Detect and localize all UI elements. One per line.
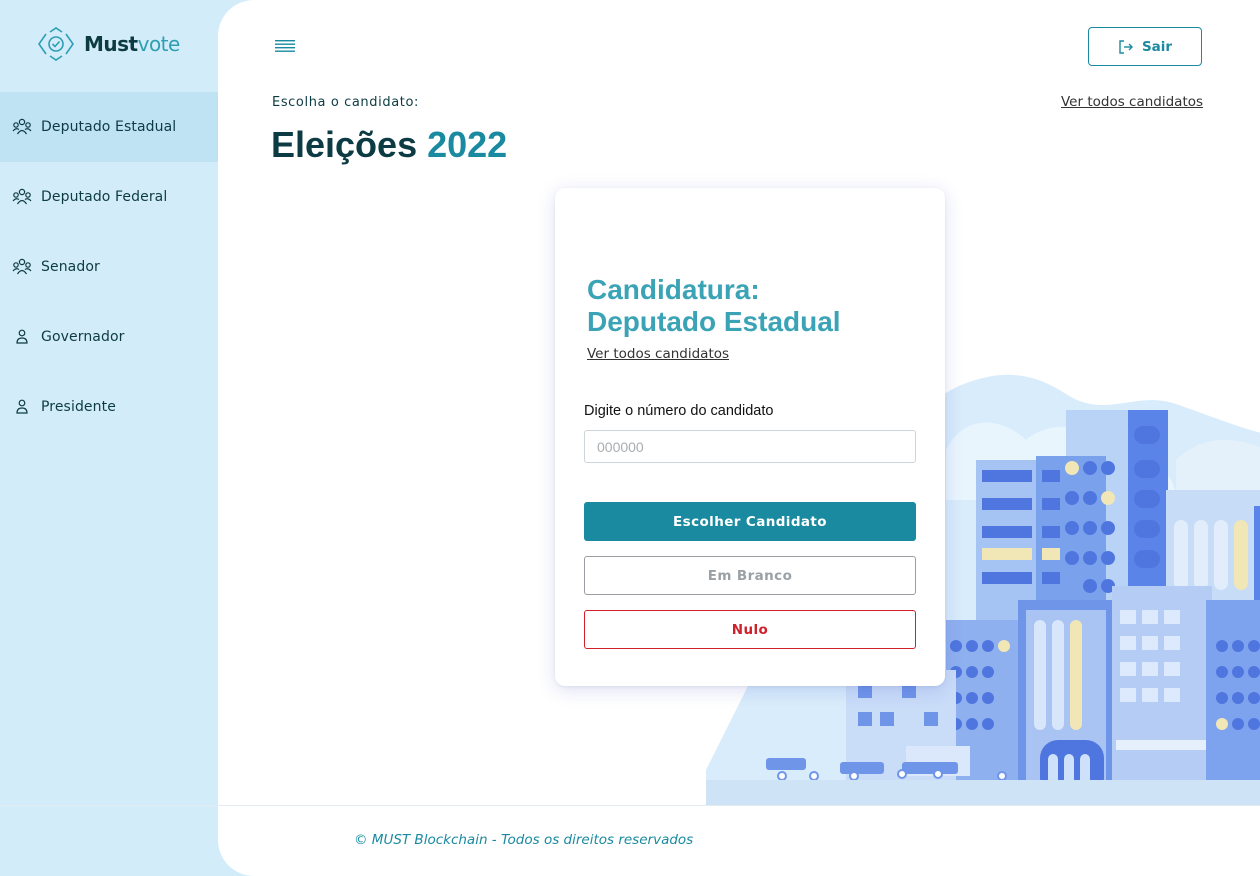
sidebar-item-label: Presidente bbox=[41, 399, 116, 415]
candidate-number-input[interactable] bbox=[584, 430, 916, 463]
see-all-candidates-link[interactable]: Ver todos candidatos bbox=[1061, 94, 1203, 110]
sidebar-item-deputado-estadual[interactable]: Deputado Estadual bbox=[0, 92, 218, 162]
logout-label: Sair bbox=[1141, 38, 1173, 55]
choose-candidate-button[interactable]: Escolher Candidato bbox=[584, 502, 916, 541]
sidebar-item-senador[interactable]: Senador bbox=[0, 232, 218, 302]
group-icon bbox=[12, 188, 32, 205]
page-title-main: Eleições bbox=[271, 124, 418, 165]
group-icon bbox=[12, 118, 32, 135]
sidebar-item-label: Governador bbox=[41, 329, 125, 345]
candidate-number-label: Digite o número do candidato bbox=[584, 403, 774, 419]
hamburger-icon[interactable] bbox=[274, 38, 296, 54]
card-title-line1: Candidatura: bbox=[587, 274, 760, 305]
sidebar-item-deputado-federal[interactable]: Deputado Federal bbox=[0, 162, 218, 232]
sidebar: Mustvote Deputado Estadual Deputado Fede… bbox=[0, 0, 218, 876]
vote-card: Candidatura: Deputado Estadual Ver todos… bbox=[555, 188, 945, 686]
sidebar-item-label: Deputado Federal bbox=[41, 189, 168, 205]
logo-icon bbox=[38, 27, 74, 61]
footer-copyright: © MUST Blockchain - Todos os direitos re… bbox=[354, 832, 694, 848]
footer-divider bbox=[0, 805, 1260, 806]
page-subtitle: Escolha o candidato: bbox=[272, 95, 419, 110]
person-icon bbox=[16, 329, 28, 344]
sidebar-item-governador[interactable]: Governador bbox=[0, 302, 218, 372]
blank-vote-button[interactable]: Em Branco bbox=[584, 556, 916, 595]
group-icon bbox=[12, 258, 32, 275]
logout-icon bbox=[1119, 39, 1133, 54]
logo-text-light: vote bbox=[137, 32, 181, 56]
logo-text: Mustvote bbox=[84, 32, 180, 56]
page-title-year: 2022 bbox=[427, 124, 508, 165]
card-see-all-candidates-link[interactable]: Ver todos candidatos bbox=[587, 346, 729, 362]
logo-text-dark: Must bbox=[84, 32, 138, 56]
page-title: Eleições 2022 bbox=[271, 124, 507, 166]
card-title-line2: Deputado Estadual bbox=[587, 306, 841, 337]
sidebar-nav: Deputado Estadual Deputado Federal Senad… bbox=[0, 92, 218, 442]
person-icon bbox=[16, 399, 28, 414]
app-logo[interactable]: Mustvote bbox=[36, 26, 180, 62]
sidebar-item-presidente[interactable]: Presidente bbox=[0, 372, 218, 442]
main-panel: Sair Escolha o candidato: Ver todos cand… bbox=[218, 0, 1260, 876]
sidebar-item-label: Deputado Estadual bbox=[41, 119, 177, 135]
sidebar-item-label: Senador bbox=[41, 259, 100, 275]
null-vote-button[interactable]: Nulo bbox=[584, 610, 916, 649]
card-title: Candidatura: Deputado Estadual bbox=[587, 274, 927, 338]
logout-button[interactable]: Sair bbox=[1088, 27, 1202, 66]
